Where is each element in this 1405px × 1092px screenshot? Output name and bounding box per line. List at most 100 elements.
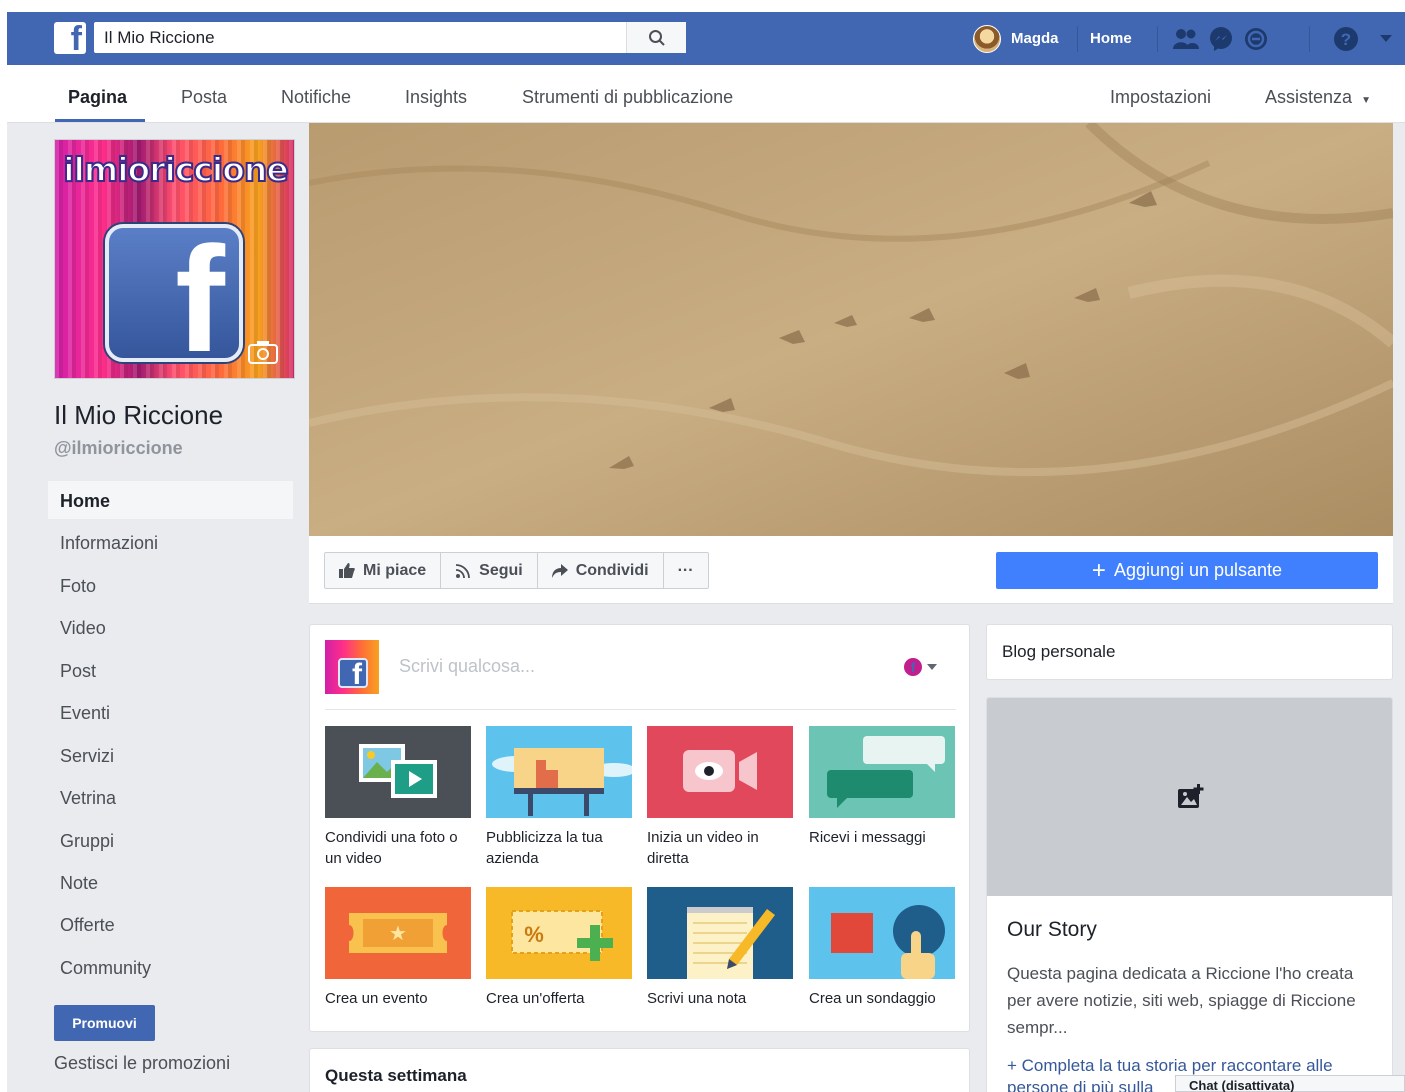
poll-icon [809,887,955,979]
top-bar: f Magda Home ? [7,12,1405,65]
cover-photo[interactable] [309,123,1393,536]
page-title: Il Mio Riccione [54,400,224,430]
live-video-icon [647,726,793,818]
svg-text:★: ★ [389,921,407,945]
page-category-card: Blog personale [986,624,1393,680]
chevron-down-icon [927,664,937,670]
manage-promotions-link[interactable]: Gestisci le promozioni [54,1053,230,1074]
svg-text:f: f [911,660,916,675]
page-avatar: f [325,640,379,694]
tile-label: Ricevi i messaggi [809,829,926,846]
tile-start-live-video[interactable]: Inizia un video in diretta [647,726,793,869]
tile-create-offer[interactable]: % Crea un'offerta [486,887,632,1009]
more-options-icon: ··· [677,561,694,579]
tile-write-note[interactable]: Scrivi una nota [647,887,793,1009]
like-label: Mi piace [363,561,427,579]
tab-strumenti-di-pubblicazione[interactable]: Strumenti di pubblicazione [522,87,733,108]
this-week-card: Questa settimana [309,1048,970,1092]
rss-follow-icon [456,563,471,578]
tile-label: Crea un sondaggio [809,990,936,1007]
add-photo-icon [1177,784,1203,808]
like-button[interactable]: Mi piace [325,553,442,588]
help-menu[interactable]: Assistenza ▼ [1265,87,1371,108]
tile-label: Pubblicizza la tua azienda [486,829,603,867]
user-name: Magda [1011,30,1059,47]
tile-create-event[interactable]: ★ Crea un evento [325,887,471,1009]
avatar [973,24,1001,53]
billboard-icon [486,726,632,818]
home-link[interactable]: Home [1090,12,1132,65]
help-menu-label: Assistenza [1265,87,1353,107]
add-button-label: Aggiungi un pulsante [1113,560,1283,580]
post-as-selector[interactable]: f [903,657,937,677]
follow-button[interactable]: Segui [441,553,538,588]
page-action-bar: Mi piace Segui Condividi ··· + Aggiungi … [309,536,1393,604]
tab-notifiche[interactable]: Notifiche [281,87,351,108]
account-menu-chevron-icon[interactable] [1372,25,1400,53]
facebook-logo-icon[interactable]: f [54,22,86,54]
more-options-button[interactable]: ··· [664,553,708,588]
sidebar-item-community[interactable]: Community [48,948,293,986]
sidebar-item-servizi[interactable]: Servizi [48,736,293,774]
offer-coupon-icon: % [486,887,632,979]
profile-link[interactable]: Magda [973,12,1059,65]
search-button[interactable] [626,22,686,53]
tab-posta[interactable]: Posta [181,87,227,108]
sidebar-item-note[interactable]: Note [48,863,293,901]
profile-picture[interactable]: ilmioriccione f [54,139,295,379]
sidebar-item-foto[interactable]: Foto [48,566,293,604]
this-week-title: Questa settimana [325,1066,467,1085]
sidebar-item-gruppi[interactable]: Gruppi [48,821,293,859]
sidebar-item-eventi[interactable]: Eventi [48,693,293,731]
page-handle[interactable]: @ilmioriccione [54,438,183,459]
page-category[interactable]: Blog personale [1002,642,1115,662]
tile-create-poll[interactable]: Crea un sondaggio [809,887,955,1009]
action-buttons-group: Mi piace Segui Condividi ··· [324,552,709,589]
svg-text:%: % [524,922,544,947]
search-icon [648,29,665,46]
follow-label: Segui [479,561,523,579]
add-button[interactable]: + Aggiungi un pulsante [996,552,1378,589]
page-avatar-small-icon: f [904,658,922,676]
active-tab-indicator [55,119,145,122]
facebook-f-logo-icon: f [105,215,243,378]
share-button[interactable]: Condividi [538,553,664,588]
home-label: Home [1090,30,1132,47]
tile-get-messages[interactable]: Ricevi i messaggi [809,726,955,848]
tile-label: Crea un evento [325,990,428,1007]
sidebar-item-home[interactable]: Home [48,481,293,519]
thumbs-up-icon [339,563,355,578]
tile-label: Condividi una foto o un video [325,829,458,867]
brand-wordmark: ilmioriccione [62,149,290,190]
ticket-icon: ★ [325,887,471,979]
messenger-icon[interactable] [1207,25,1235,53]
tile-advertise-business[interactable]: Pubblicizza la tua azienda [486,726,632,869]
help-icon[interactable]: ? [1332,25,1360,53]
story-image-placeholder[interactable] [987,698,1392,896]
sidebar-item-informazioni[interactable]: Informazioni [48,523,293,561]
sidebar-item-post[interactable]: Post [48,651,293,689]
sidebar-item-offerte[interactable]: Offerte [48,905,293,943]
search-input[interactable] [104,28,604,48]
settings-link[interactable]: Impostazioni [1110,87,1211,108]
tab-pagina[interactable]: Pagina [68,87,127,108]
notifications-icon[interactable] [1242,25,1270,53]
tile-label: Scrivi una nota [647,990,747,1007]
tab-insights[interactable]: Insights [405,87,467,108]
note-pencil-icon [647,887,793,979]
story-title: Our Story [1007,918,1097,941]
share-label: Condividi [575,561,649,579]
tile-share-photo-video[interactable]: Condividi una foto o un video [325,726,471,869]
chat-sidebar-toggle[interactable]: Chat (disattivata) [1175,1075,1405,1092]
composer-input[interactable]: Scrivi qualcosa... [399,656,535,677]
caret-down-icon: ▼ [1361,95,1371,106]
friend-requests-icon[interactable] [1172,25,1200,53]
our-story-card: Our Story Questa pagina dedicata a Ricci… [986,697,1393,1092]
sidebar-item-video[interactable]: Video [48,608,293,646]
promote-button[interactable]: Promuovi [54,1005,155,1041]
search-box [94,22,686,53]
sidebar-item-vetrina[interactable]: Vetrina [48,778,293,816]
camera-icon[interactable] [248,340,278,364]
messages-icon [809,726,955,818]
story-text[interactable]: Questa pagina dedicata a Riccione l'ho c… [1007,960,1382,1041]
